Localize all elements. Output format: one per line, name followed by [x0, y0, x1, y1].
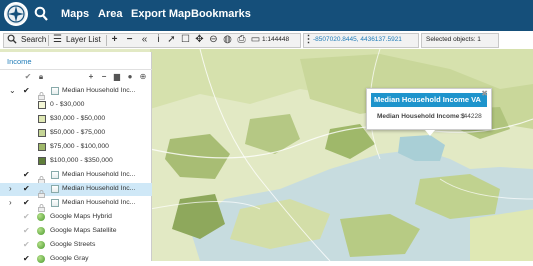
table-icon[interactable]: ▭ — [250, 34, 261, 45]
list-icon[interactable]: ☰ — [52, 34, 63, 45]
basemap-item[interactable]: ✔ Google Gray — [0, 253, 152, 266]
add-layer-icon[interactable]: + — [86, 72, 96, 81]
layer-label: Median Household Inc... — [62, 171, 136, 178]
panel-divider — [0, 69, 152, 70]
info-icon[interactable]: i — [153, 34, 164, 45]
close-icon[interactable]: ✖ — [481, 89, 488, 98]
visibility-checkbox[interactable]: ✔ — [23, 86, 30, 95]
top-navbar: Maps Area Export Map Bookmarks — [0, 0, 533, 31]
coordinates-readout: -8507020.8445, 4436137.5921 — [313, 36, 402, 43]
layer-label: Google Maps Satellite — [50, 227, 117, 234]
collapse-icon[interactable]: « — [139, 34, 150, 45]
layer-panel: Income ✔ 🔒︎ + − ▆ ● ⊕ ⌄ ✔ Median Household… — [0, 52, 152, 263]
layer-label: 0 - $30,000 — [50, 101, 85, 108]
lock-all-icon[interactable]: 🔒︎ — [36, 72, 46, 82]
chevron-right-icon[interactable]: › — [9, 198, 12, 207]
legend-swatch — [38, 157, 46, 165]
layer-icon — [51, 199, 59, 207]
popup-field-value: : 44228 — [460, 113, 482, 120]
popup-pointer — [425, 130, 435, 136]
info-popup: Median Household Income VA ✖ Median Hous… — [366, 88, 492, 136]
basemap-item[interactable]: ✔ Google Streets — [0, 239, 152, 252]
visibility-checkbox[interactable]: ✔ — [23, 226, 30, 235]
lock-icon[interactable] — [38, 199, 45, 212]
lock-icon[interactable] — [38, 171, 45, 184]
toolbar-search-icon[interactable] — [6, 34, 17, 45]
visibility-checkbox[interactable]: ✔ — [23, 170, 30, 179]
lock-icon[interactable] — [38, 185, 45, 198]
legend-item: $100,000 - $350,000 — [0, 155, 152, 168]
basemap-globe-icon — [37, 227, 45, 235]
toolbar-separator — [48, 35, 49, 46]
layer-item[interactable]: ✔ Median Household Inc... — [0, 169, 152, 184]
layer-icon — [51, 171, 59, 179]
visibility-checkbox[interactable]: ✔ — [23, 254, 30, 263]
basemap-item[interactable]: ✔ Google Maps Hybrid — [0, 211, 152, 224]
scale-readout: 1:144448 — [262, 36, 290, 43]
nav-maps[interactable]: Maps — [61, 8, 89, 20]
visibility-checkbox[interactable]: ✔ — [23, 240, 30, 249]
toolbar-layer-list-button[interactable]: Layer List — [66, 35, 101, 44]
layer-label: $30,000 - $50,000 — [50, 115, 106, 122]
layer-label: Median Household Inc... — [62, 185, 136, 192]
layer-label: $100,000 - $350,000 — [50, 157, 113, 164]
toolbar-search-button[interactable]: Search — [21, 35, 46, 44]
layer-icon — [51, 185, 59, 193]
globe-icon[interactable]: ◍ — [222, 34, 233, 45]
nav-bookmarks[interactable]: Bookmarks — [191, 8, 251, 20]
folder-icon[interactable]: ▆ — [112, 72, 122, 81]
visibility-checkbox[interactable]: ✔ — [23, 184, 30, 193]
zoom-out-icon[interactable]: − — [124, 34, 135, 45]
layer-label: Google Maps Hybrid — [50, 213, 112, 220]
basemap-item[interactable]: ✔ Google Maps Satellite — [0, 225, 152, 238]
panel-title: Income — [7, 57, 32, 66]
legend-swatch — [38, 143, 46, 151]
selected-objects-count: Selected objects: 1 — [426, 36, 481, 43]
layer-item[interactable]: › ✔ Median Household Inc... — [0, 197, 152, 212]
lock-icon[interactable] — [38, 87, 45, 100]
layer-icon — [51, 87, 59, 95]
legend-item: $50,000 - $75,000 — [0, 127, 152, 140]
chevron-right-icon[interactable]: › — [9, 184, 12, 193]
pan-icon[interactable]: ✥ — [194, 34, 205, 45]
layer-label: Median Household Inc... — [62, 87, 136, 94]
print-icon[interactable]: ⎙ — [236, 34, 247, 45]
layer-label: $75,000 - $100,000 — [50, 143, 109, 150]
basemap-globe-icon — [37, 255, 45, 263]
legend-swatch — [38, 115, 46, 123]
map-toolbar: Search ☰ Layer List + − « i ➚ ☐ ✥ ⊖ ◍ ⎙ … — [0, 33, 533, 48]
basemap-globe-icon — [37, 213, 45, 221]
zoom-in-icon[interactable]: + — [109, 34, 120, 45]
toolbar-separator — [106, 35, 107, 46]
basemap-globe-icon — [37, 241, 45, 249]
remove-layer-icon[interactable]: − — [99, 72, 109, 81]
legend-swatch — [38, 129, 46, 137]
nav-export-map[interactable]: Export Map — [131, 8, 191, 20]
layer-label: Google Streets — [50, 241, 96, 248]
layer-item[interactable]: › ✔ Median Household Inc... — [0, 183, 152, 198]
visibility-checkbox[interactable]: ✔ — [23, 198, 30, 207]
layer-item[interactable]: ⌄ ✔ Median Household Inc... — [0, 85, 152, 100]
layer-label: $50,000 - $75,000 — [50, 129, 106, 136]
check-all-icon[interactable]: ✔ — [23, 72, 33, 81]
legend-item: $75,000 - $100,000 — [0, 141, 152, 154]
legend-item: 0 - $30,000 — [0, 99, 152, 112]
zoom-extent-icon[interactable]: ⊖ — [208, 34, 219, 45]
search-icon[interactable] — [34, 6, 48, 22]
nav-area[interactable]: Area — [98, 8, 122, 20]
legend-item: $30,000 - $50,000 — [0, 113, 152, 126]
visibility-checkbox[interactable]: ✔ — [23, 212, 30, 221]
layer-label: Median Household Inc... — [62, 199, 136, 206]
popup-title: Median Household Income VA — [371, 93, 487, 107]
legend-swatch — [38, 101, 46, 109]
popup-field-label: Median Household Income $ — [377, 113, 465, 120]
zoom-layer-icon[interactable]: ⊕ — [138, 72, 148, 81]
chevron-down-icon[interactable]: ⌄ — [9, 86, 16, 95]
compass-logo-icon[interactable] — [4, 2, 28, 26]
pointer-icon[interactable]: ➚ — [166, 34, 177, 45]
user-icon[interactable]: ● — [125, 72, 135, 81]
select-box-icon[interactable]: ☐ — [180, 34, 191, 45]
